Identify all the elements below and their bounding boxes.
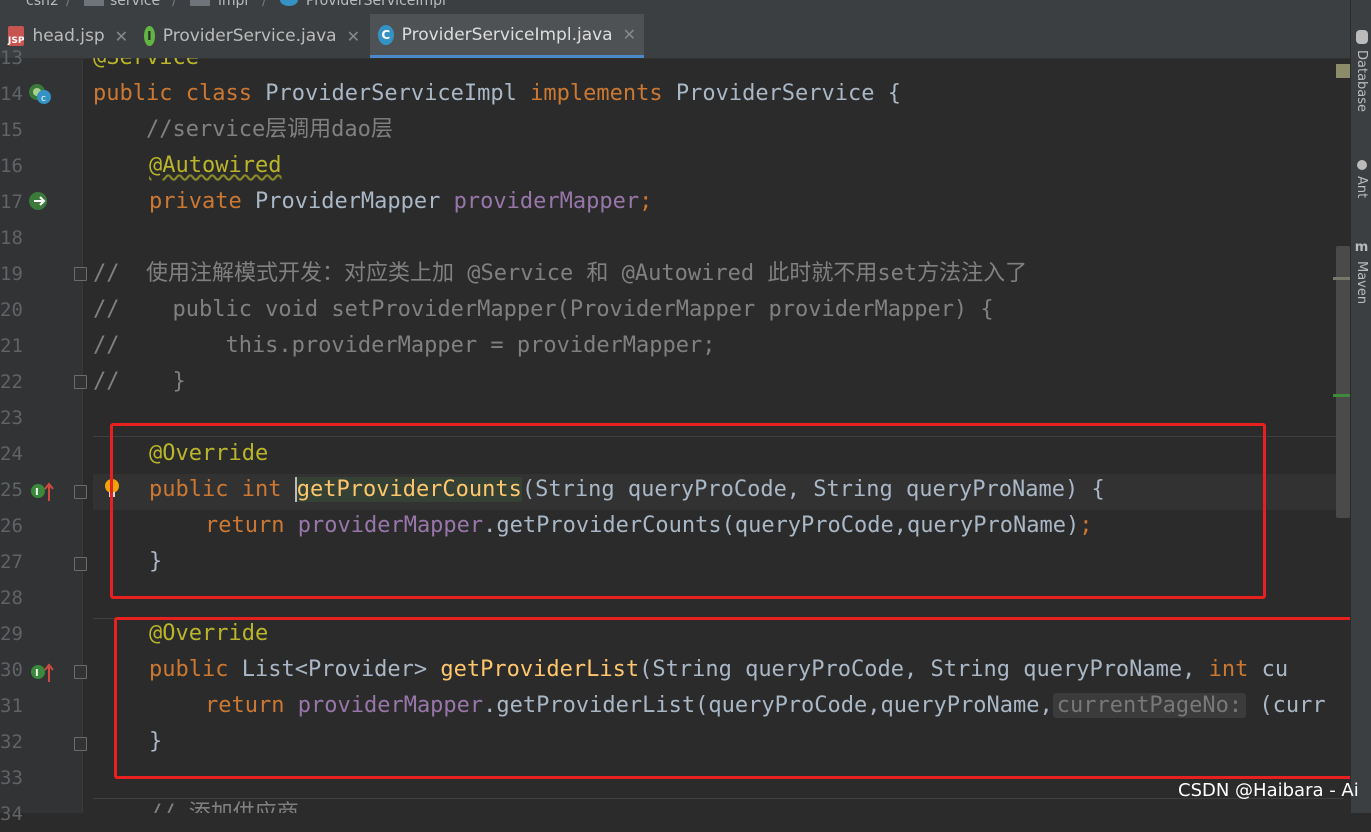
interface-name: ProviderService (675, 81, 875, 106)
line-number: 15 (0, 119, 23, 141)
folder-icon (190, 0, 210, 6)
sidebar-label: Maven (1354, 261, 1369, 305)
maven-icon: m (1354, 240, 1369, 255)
maven-tool-button[interactable]: m Maven (1351, 240, 1371, 330)
fold-marker[interactable] (74, 485, 87, 499)
line-number: 17 (0, 191, 23, 213)
line-number: 18 (0, 227, 23, 249)
inspection-status-icon[interactable] (1336, 64, 1350, 78)
keyword: class (185, 81, 252, 106)
line-number: 16 (0, 155, 23, 177)
brace: { (887, 81, 902, 106)
close-icon[interactable]: ✕ (623, 25, 636, 44)
class-icon: C (378, 24, 394, 45)
close-icon[interactable]: ✕ (347, 27, 360, 46)
fold-marker[interactable] (74, 375, 87, 389)
highlight-box-get-provider-list (114, 617, 1354, 779)
scroll-marker (1333, 394, 1351, 397)
tab-label: head.jsp (32, 26, 105, 46)
line-number: 25 (0, 479, 23, 501)
line-number: 34 (0, 803, 23, 825)
keyword: implements (530, 81, 663, 106)
ant-tool-button[interactable]: Ant (1351, 160, 1371, 220)
sidebar-label: Ant (1354, 176, 1369, 199)
tab-label: ProviderService.java (162, 26, 337, 46)
fold-marker[interactable] (74, 737, 87, 751)
line-number: 21 (0, 335, 23, 357)
editor-gutter[interactable]: 13 14 15 16 17 18 19 20 21 22 23 24 25 2… (0, 47, 87, 825)
tab-provider-service[interactable]: I ProviderService.java ✕ (136, 14, 368, 58)
code-line-13: @Service (93, 58, 199, 76)
svg-text:I: I (35, 487, 39, 498)
breadcrumb-item[interactable]: csh2 (26, 0, 59, 8)
tab-label: ProviderServiceImpl.java (401, 24, 613, 45)
code-line-14: public class ProviderServiceImpl impleme… (93, 76, 901, 112)
field-name: providerMapper (453, 189, 640, 214)
code-line-20: // public void setProviderMapper(Provide… (93, 297, 994, 322)
sidebar-label: Database (1354, 50, 1369, 113)
breadcrumb-separator: / (172, 0, 177, 9)
code-line-15: //service层调用dao层 (93, 117, 393, 142)
interface-icon: I (144, 26, 155, 46)
line-number: 29 (0, 623, 23, 645)
svg-text:c: c (41, 94, 46, 104)
highlight-box-get-provider-counts (110, 423, 1266, 599)
type-name: ProviderMapper (254, 189, 441, 214)
class-name: ProviderServiceImpl (265, 81, 517, 106)
override-method-icon[interactable]: I (30, 662, 54, 684)
code-line-22: // } (93, 369, 186, 394)
breadcrumb-item[interactable]: ProviderServiceImpl (306, 0, 446, 8)
breadcrumb-item[interactable]: service (110, 0, 160, 8)
database-icon (1355, 30, 1368, 44)
class-icon (280, 0, 298, 6)
code-line-21: // this.providerMapper = providerMapper; (93, 333, 716, 358)
vertical-scrollbar[interactable] (1336, 246, 1350, 518)
line-number: 14 (0, 83, 23, 105)
line-number: 23 (0, 407, 23, 429)
breadcrumb-separator: / (66, 0, 71, 9)
svg-text:I: I (35, 668, 39, 679)
code-line-16: @Autowired (149, 153, 282, 178)
breadcrumb: csh2 / service / impl / ProviderServiceI… (0, 0, 1350, 14)
line-number: 20 (0, 299, 23, 321)
breadcrumb-separator: / (262, 0, 267, 9)
fold-marker[interactable] (74, 267, 87, 281)
line-number: 30 (0, 659, 23, 681)
right-tool-sidebar: Database Ant m Maven (1350, 0, 1371, 813)
watermark: CSDN @Haibara - Ai (1178, 780, 1359, 801)
fold-marker[interactable] (74, 557, 87, 571)
code-line-19: // 使用注解模式开发：对应类上加 @Service 和 @Autowired … (93, 261, 1028, 286)
database-tool-button[interactable]: Database (1351, 30, 1371, 140)
autowired-navigate-icon[interactable] (28, 191, 52, 213)
code-line-34: // 添加供应商 (149, 796, 299, 813)
editor-tab-bar: JSP head.jsp ✕ I ProviderService.java ✕ … (0, 14, 1350, 59)
folder-icon (84, 0, 104, 6)
line-number: 32 (0, 731, 23, 753)
line-number: 26 (0, 515, 23, 537)
line-number: 28 (0, 587, 23, 609)
keyword: public (93, 81, 173, 106)
line-number: 19 (0, 263, 23, 285)
line-number: 27 (0, 551, 23, 573)
ant-icon (1356, 160, 1367, 170)
line-number: 31 (0, 695, 23, 717)
keyword: private (149, 189, 242, 214)
line-number: 24 (0, 443, 23, 465)
line-number: 33 (0, 767, 23, 789)
line-number: 22 (0, 371, 23, 393)
implements-spring-bean-icon[interactable]: c (28, 83, 52, 105)
tab-provider-service-impl[interactable]: C ProviderServiceImpl.java ✕ (370, 14, 644, 58)
override-method-icon[interactable]: I (30, 481, 54, 503)
code-line-17: private ProviderMapper providerMapper; (149, 184, 652, 220)
fold-marker[interactable] (74, 665, 87, 679)
breadcrumb-item[interactable]: impl (218, 0, 248, 8)
semicolon: ; (639, 189, 653, 214)
line-number: 13 (0, 47, 23, 69)
scroll-marker (1333, 277, 1351, 280)
close-icon[interactable]: ✕ (115, 27, 128, 46)
